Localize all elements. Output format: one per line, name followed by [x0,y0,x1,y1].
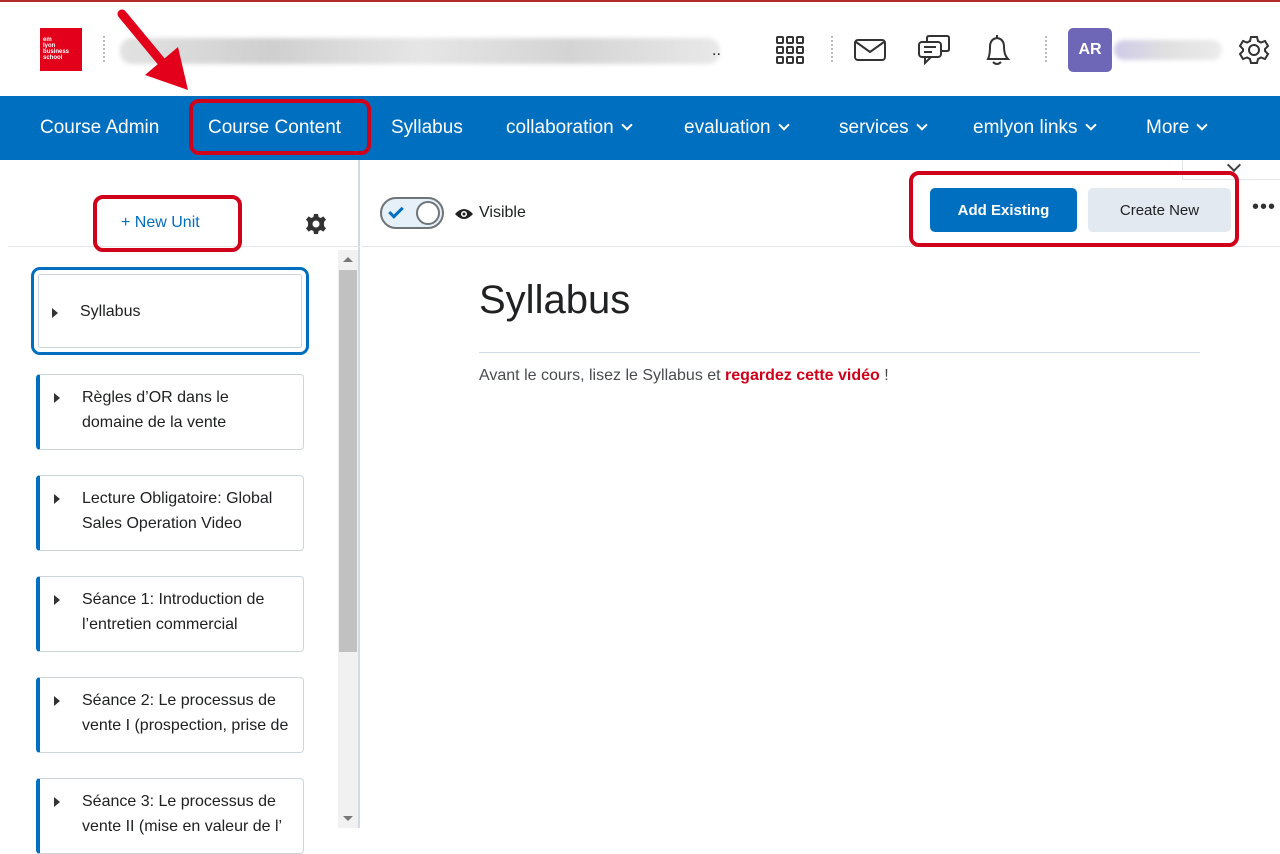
unit-card-selected[interactable]: Syllabus [31,267,309,355]
nav-more[interactable]: More [1146,117,1208,139]
nav-label: evaluation [684,117,771,138]
chevron-down-icon [1196,119,1208,131]
annotation-highlight [909,171,1239,247]
checkmark-icon [388,203,404,219]
expand-caret-icon [54,797,60,807]
description-text: ! [879,367,889,384]
description: Avant le cours, lisez le Syllabus et reg… [479,367,889,385]
chevron-down-icon [621,119,633,131]
sidebar-settings-gear-icon[interactable] [305,213,327,240]
nav-label: services [839,117,909,138]
unit-title: Règles d’OR dans le domaine de la vente [82,389,229,431]
chevron-down-icon [1084,119,1097,131]
apps-grid-icon[interactable] [772,32,808,68]
scroll-down-icon[interactable] [343,816,353,821]
nav-label: Course Admin [40,117,160,138]
nav-evaluation[interactable]: evaluation [684,117,790,139]
chevron-down-icon [916,119,928,131]
nav-label: Syllabus [391,117,463,138]
unit-card[interactable]: Séance 3: Le processus de vente II (mise… [36,778,304,854]
scrollbar-thumb[interactable] [339,270,357,652]
unit-card[interactable]: Séance 1: Introduction de l’entretien co… [36,576,304,652]
unit-card[interactable]: Règles d’OR dans le domaine de la vente [36,374,304,450]
mail-icon[interactable] [852,32,888,68]
content-pane: Visible Add Existing Create New ••• Syll… [362,160,1280,828]
scroll-up-icon[interactable] [343,257,353,262]
nav-label: collaboration [506,117,614,138]
annotation-arrow-icon [117,9,188,90]
divider [479,352,1200,353]
units-sidebar: + New Unit Syllabus Règles d’OR dans le … [0,160,360,854]
expand-caret-icon [52,308,58,318]
unit-card[interactable]: Séance 2: Le processus de vente I (prosp… [36,677,304,753]
gear-icon[interactable] [1236,32,1272,68]
chevron-down-icon [777,119,790,131]
nav-services[interactable]: services [839,117,928,139]
unit-card[interactable]: Lecture Obligatoire: Global Sales Operat… [36,475,304,551]
expand-caret-icon [54,393,60,403]
avatar[interactable]: AR [1068,28,1112,72]
annotation-highlight [93,195,242,252]
page-title: Syllabus [479,278,631,322]
toggle-knob [416,201,440,225]
nav-label: emlyon links [973,117,1078,138]
video-link[interactable]: regardez cette vidéo [725,367,880,384]
annotation-highlight [189,99,371,155]
nav-course-admin[interactable]: Course Admin [40,117,159,139]
expand-caret-icon [54,595,60,605]
nav-collaboration[interactable]: collaboration [506,117,633,139]
expand-caret-icon [54,494,60,504]
nav-label: More [1146,117,1190,138]
unit-title: Lecture Obligatoire: Global Sales Operat… [82,490,273,532]
unit-title: Séance 2: Le processus de vente I (prosp… [82,692,289,734]
separator [831,36,833,62]
title-ellipsis: .. [712,42,721,59]
nav-emlyon-links[interactable]: emlyon links [973,117,1097,139]
username-blurred[interactable] [1114,40,1222,60]
visibility-toggle[interactable] [380,197,444,229]
bell-icon[interactable] [979,32,1015,68]
unit-title: Séance 3: Le processus de vente II (mise… [82,793,283,835]
sidebar-scrollbar[interactable] [338,250,358,828]
description-text: Avant le cours, lisez le Syllabus et [479,367,726,384]
more-options-icon[interactable]: ••• [1252,196,1276,219]
unit-title: Syllabus [80,303,141,320]
chat-icon[interactable] [916,32,952,68]
expand-caret-icon [54,696,60,706]
nav-syllabus[interactable]: Syllabus [391,117,463,139]
eye-icon [454,207,474,225]
separator [1045,36,1047,62]
visibility-label: Visible [479,204,526,221]
unit-title: Séance 1: Introduction de l’entretien co… [82,591,265,633]
